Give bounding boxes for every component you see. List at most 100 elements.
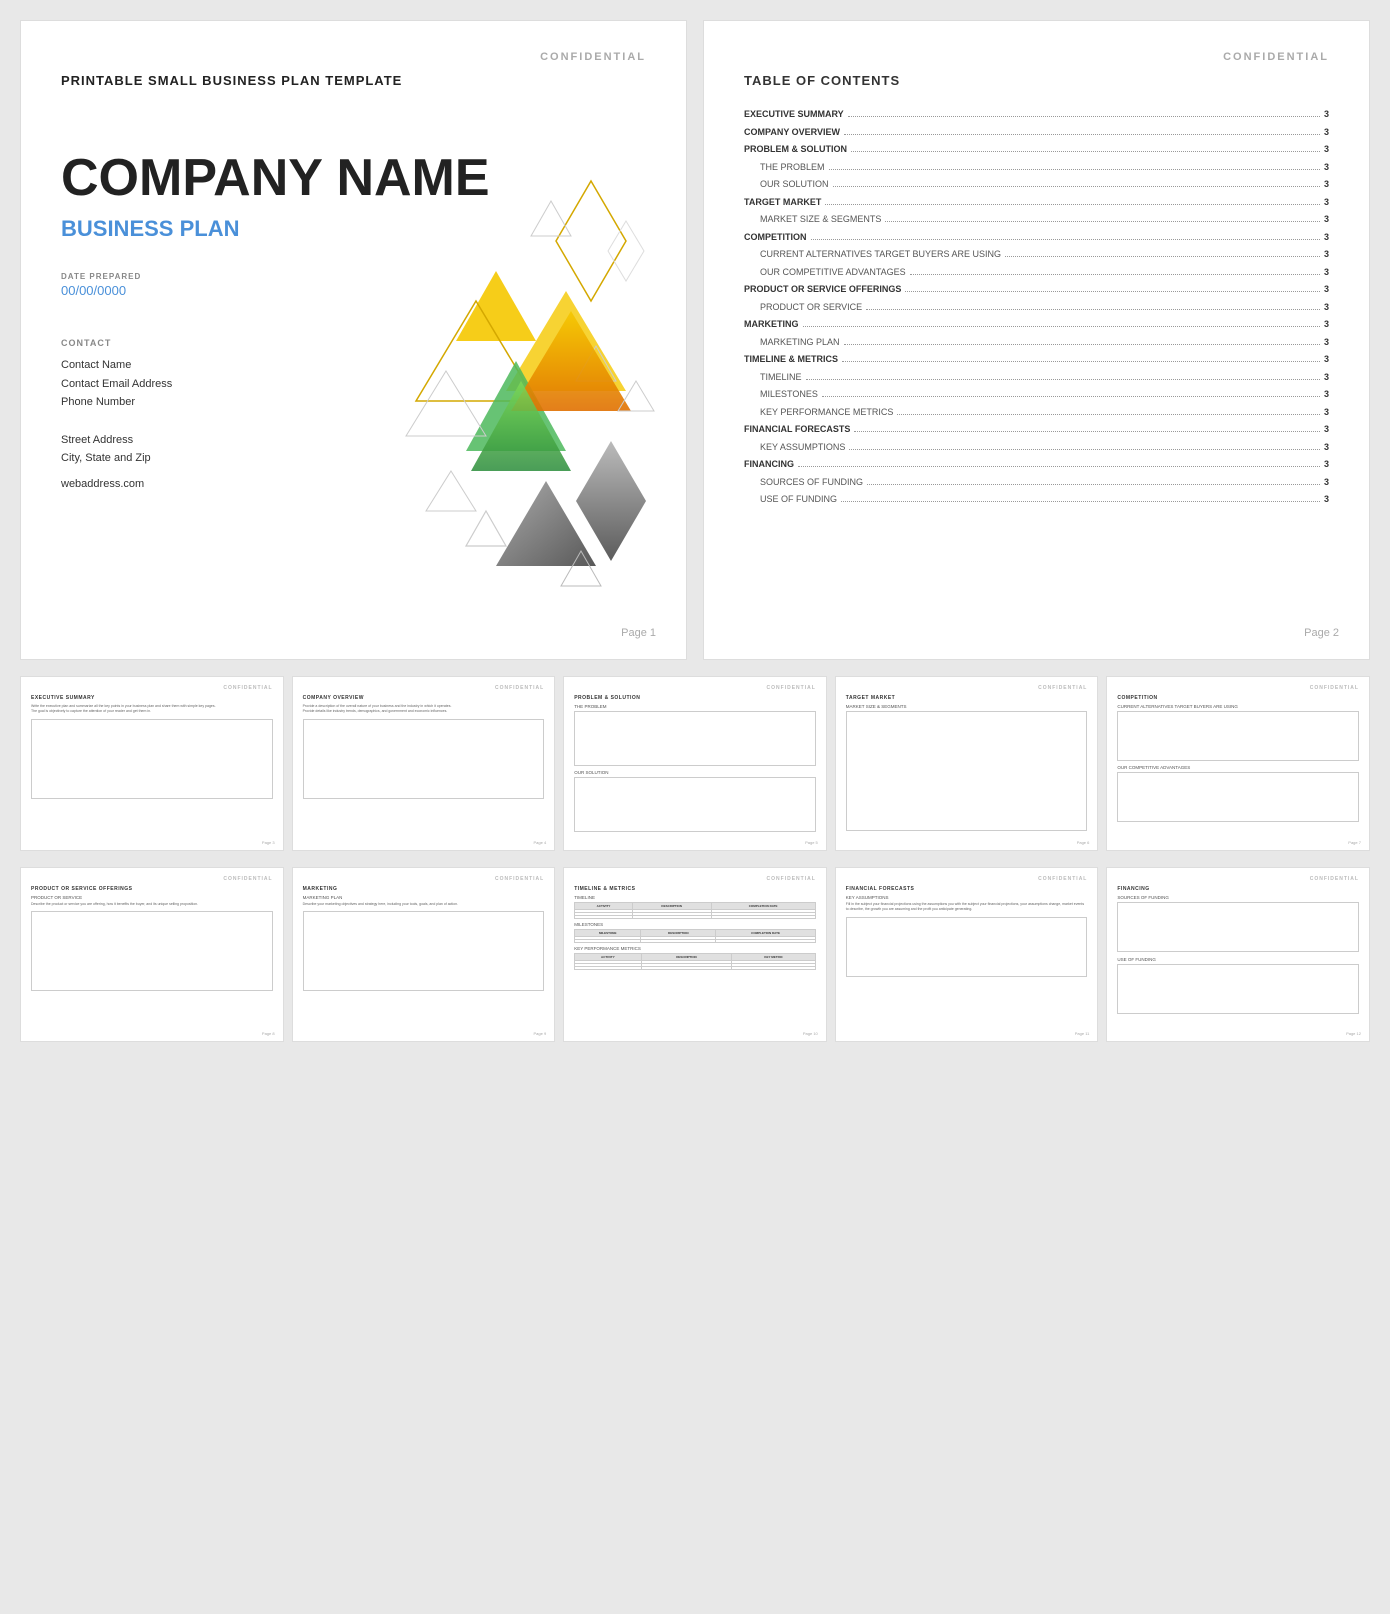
toc-item: TIMELINE & METRICS3 — [744, 353, 1329, 367]
thumb-confidential-11: CONFIDENTIAL — [846, 876, 1088, 882]
thumb-page-4: CONFIDENTIAL COMPANY OVERVIEW Provide a … — [292, 676, 556, 851]
thumb-text-4: Provide a description of the overall nat… — [303, 704, 545, 715]
thumb-confidential-10: CONFIDENTIAL — [574, 876, 816, 882]
thumb-title-5: PROBLEM & SOLUTION — [574, 695, 816, 701]
thumb-box-9 — [303, 911, 545, 991]
thumb-text-9: Describe your marketing objectives and s… — [303, 902, 545, 907]
toc-item: COMPANY OVERVIEW3 — [744, 126, 1329, 140]
thumb-sub-9: MARKETING PLAN — [303, 895, 545, 900]
thumb-sub-6: MARKET SIZE & SEGMENTS — [846, 704, 1088, 709]
thumb-pagenum-5: Page 5 — [805, 840, 818, 845]
thumb-confidential-5: CONFIDENTIAL — [574, 685, 816, 691]
toc-item: MARKET SIZE & SEGMENTS3 — [744, 213, 1329, 227]
toc-item: USE OF FUNDING3 — [744, 493, 1329, 507]
thumb-text-8: Describe the product or service you are … — [31, 902, 273, 907]
thumb-text-3: Write the executive plan and summarize a… — [31, 704, 273, 715]
toc-item: THE PROBLEM3 — [744, 161, 1329, 175]
thumb-table-10b: MILESTONEDESCRIPTIONCOMPLETION DATE — [574, 929, 816, 943]
thumb-pagenum-9: Page 9 — [534, 1031, 547, 1036]
thumb-page-5: CONFIDENTIAL PROBLEM & SOLUTION THE PROB… — [563, 676, 827, 851]
thumb-table-10a: ACTIVITYDESCRIPTIONCOMPLETION DATE — [574, 902, 816, 919]
page-number-1: Page 1 — [621, 627, 656, 639]
thumb-table-10c: ACTIVITYDESCRIPTIONKEY METRIC — [574, 953, 816, 970]
thumb-confidential-12: CONFIDENTIAL — [1117, 876, 1359, 882]
thumb-page-12: CONFIDENTIAL FINANCING SOURCES OF FUNDIN… — [1106, 867, 1370, 1042]
thumb-confidential-4: CONFIDENTIAL — [303, 685, 545, 691]
thumb-sub-10b: MILESTONES — [574, 922, 816, 927]
thumb-box-7b — [1117, 772, 1359, 822]
toc-item: MILESTONES3 — [744, 388, 1329, 402]
toc-item: PROBLEM & SOLUTION3 — [744, 143, 1329, 157]
thumb-pagenum-12: Page 12 — [1346, 1031, 1361, 1036]
thumb-page-10: CONFIDENTIAL TIMELINE & METRICS TIMELINE… — [563, 867, 827, 1042]
thumb-box-3 — [31, 719, 273, 799]
thumb-page-3: CONFIDENTIAL EXECUTIVE SUMMARY Write the… — [20, 676, 284, 851]
thumb-page-9: CONFIDENTIAL MARKETING MARKETING PLAN De… — [292, 867, 556, 1042]
thumb-confidential-3: CONFIDENTIAL — [31, 685, 273, 691]
thumb-title-4: COMPANY OVERVIEW — [303, 695, 545, 701]
thumb-title-11: FINANCIAL FORECASTS — [846, 886, 1088, 892]
thumb-title-9: MARKETING — [303, 886, 545, 892]
geo-shapes — [396, 171, 656, 611]
thumb-page-8: CONFIDENTIAL PRODUCT OR SERVICE OFFERING… — [20, 867, 284, 1042]
thumb-sub-12a: SOURCES OF FUNDING — [1117, 895, 1359, 900]
toc-item: KEY ASSUMPTIONS3 — [744, 441, 1329, 455]
page-2-toc: CONFIDENTIAL TABLE OF CONTENTS EXECUTIVE… — [703, 20, 1370, 660]
main-container: CONFIDENTIAL PRINTABLE SMALL BUSINESS PL… — [20, 20, 1370, 1042]
thumb-title-10: TIMELINE & METRICS — [574, 886, 816, 892]
toc-list: EXECUTIVE SUMMARY3 COMPANY OVERVIEW3 PROBL… — [744, 108, 1329, 507]
thumb-pagenum-6: Page 6 — [1077, 840, 1090, 845]
geometric-decoration — [396, 171, 656, 611]
confidential-label-p1: CONFIDENTIAL — [61, 51, 646, 63]
toc-title: TABLE OF CONTENTS — [744, 73, 1329, 88]
large-pages-row: CONFIDENTIAL PRINTABLE SMALL BUSINESS PL… — [20, 20, 1370, 660]
toc-item: EXECUTIVE SUMMARY3 — [744, 108, 1329, 122]
thumb-box-5a — [574, 711, 816, 766]
thumb-box-4 — [303, 719, 545, 799]
thumb-sub-10a: TIMELINE — [574, 895, 816, 900]
toc-item: KEY PERFORMANCE METRICS3 — [744, 406, 1329, 420]
thumb-sub-8: PRODUCT OR SERVICE — [31, 895, 273, 900]
thumb-page-6: CONFIDENTIAL TARGET MARKET MARKET SIZE &… — [835, 676, 1099, 851]
toc-item: OUR COMPETITIVE ADVANTAGES3 — [744, 266, 1329, 280]
thumb-confidential-9: CONFIDENTIAL — [303, 876, 545, 882]
thumb-box-7a — [1117, 711, 1359, 761]
thumbnails-row-1: CONFIDENTIAL EXECUTIVE SUMMARY Write the… — [20, 676, 1370, 851]
thumb-title-8: PRODUCT OR SERVICE OFFERINGS — [31, 886, 273, 892]
toc-item: CURRENT ALTERNATIVES TARGET BUYERS ARE U… — [744, 248, 1329, 262]
thumb-sub-7b: OUR COMPETITIVE ADVANTAGES — [1117, 765, 1359, 770]
thumb-pagenum-10: Page 10 — [803, 1031, 818, 1036]
thumb-box-11 — [846, 917, 1088, 977]
thumb-page-7: CONFIDENTIAL COMPETITION CURRENT ALTERNA… — [1106, 676, 1370, 851]
toc-item: OUR SOLUTION3 — [744, 178, 1329, 192]
thumbnails-row-2: CONFIDENTIAL PRODUCT OR SERVICE OFFERING… — [20, 867, 1370, 1042]
toc-item: MARKETING PLAN3 — [744, 336, 1329, 350]
thumb-box-6 — [846, 711, 1088, 831]
thumb-pagenum-7: Page 7 — [1348, 840, 1361, 845]
thumb-title-7: COMPETITION — [1117, 695, 1359, 701]
thumb-box-12a — [1117, 902, 1359, 952]
thumb-confidential-7: CONFIDENTIAL — [1117, 685, 1359, 691]
template-title: PRINTABLE SMALL BUSINESS PLAN TEMPLATE — [61, 73, 646, 88]
thumb-pagenum-4: Page 4 — [534, 840, 547, 845]
thumb-sub-7a: CURRENT ALTERNATIVES TARGET BUYERS ARE U… — [1117, 704, 1359, 709]
thumb-confidential-8: CONFIDENTIAL — [31, 876, 273, 882]
toc-item: FINANCIAL FORECASTS3 — [744, 423, 1329, 437]
toc-item: COMPETITION3 — [744, 231, 1329, 245]
toc-item: SOURCES OF FUNDING3 — [744, 476, 1329, 490]
toc-item: FINANCING3 — [744, 458, 1329, 472]
page-number-2: Page 2 — [1304, 627, 1339, 639]
confidential-label-p2: CONFIDENTIAL — [744, 51, 1329, 63]
page-1-cover: CONFIDENTIAL PRINTABLE SMALL BUSINESS PL… — [20, 20, 687, 660]
thumb-pagenum-8: Page 8 — [262, 1031, 275, 1036]
toc-item: PRODUCT OR SERVICE OFFERINGS3 — [744, 283, 1329, 297]
thumb-sub-11: KEY ASSUMPTIONS — [846, 895, 1088, 900]
thumb-sub-10c: KEY PERFORMANCE METRICS — [574, 946, 816, 951]
toc-item: TIMELINE3 — [744, 371, 1329, 385]
thumb-title-6: TARGET MARKET — [846, 695, 1088, 701]
thumb-sub-5: THE PROBLEM — [574, 704, 816, 709]
thumb-title-12: FINANCING — [1117, 886, 1359, 892]
toc-item: TARGET MARKET3 — [744, 196, 1329, 210]
toc-item: MARKETING3 — [744, 318, 1329, 332]
thumb-pagenum-11: Page 11 — [1075, 1031, 1090, 1036]
